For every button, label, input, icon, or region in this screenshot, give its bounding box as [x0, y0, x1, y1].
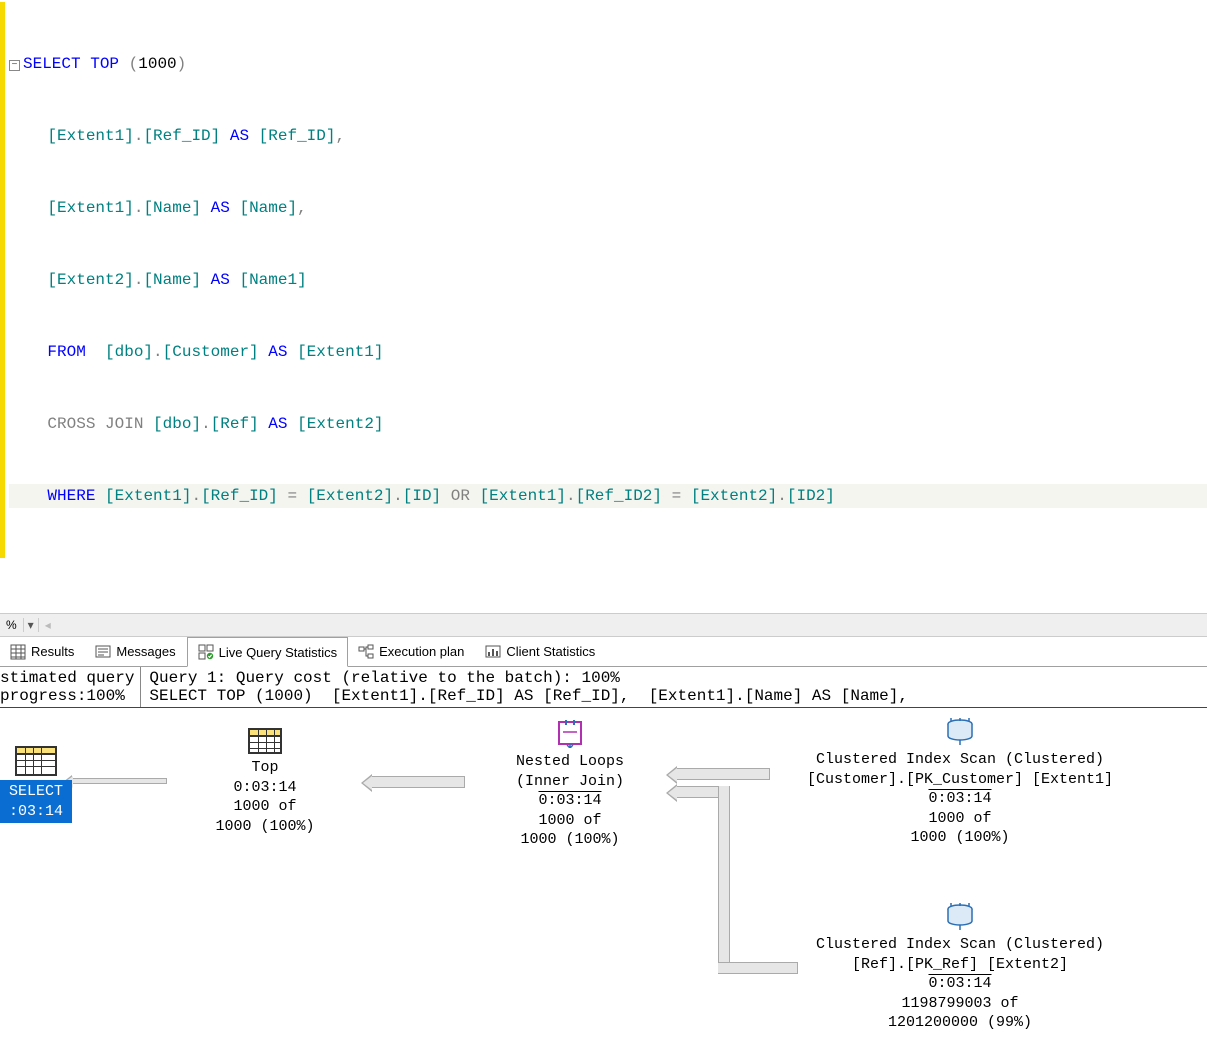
plan-scan1-rows: 1000 of — [790, 809, 1130, 829]
tab-live-query-stats[interactable]: Live Query Statistics — [187, 637, 349, 667]
plan-scan1-sub: [Customer].[PK_Customer] [Extent1] — [790, 770, 1130, 790]
tab-client-label: Client Statistics — [506, 644, 595, 659]
plan-select-label: SELECT — [4, 782, 68, 802]
plan-scan2-time: 0:03:14 — [928, 975, 991, 992]
plan-nested-sub: (Inner Join) — [475, 772, 665, 792]
tab-messages-label: Messages — [116, 644, 175, 659]
results-grid-icon — [10, 644, 26, 660]
tab-live-label: Live Query Statistics — [219, 645, 338, 660]
plan-top-label: Top — [180, 758, 350, 778]
plan-scan1-label: Clustered Index Scan (Clustered) — [790, 750, 1130, 770]
plan-top-time: 0:03:14 — [180, 778, 350, 798]
tab-messages[interactable]: Messages — [85, 637, 186, 666]
plan-nested-rows2: 1000 (100%) — [475, 830, 665, 850]
tab-results-label: Results — [31, 644, 74, 659]
tab-exec-label: Execution plan — [379, 644, 464, 659]
plan-scan2-rows: 1198799003 of — [790, 994, 1130, 1014]
messages-icon — [95, 644, 111, 660]
scroll-left-stub[interactable]: ◂ — [38, 618, 57, 632]
clustered-index-scan-icon — [790, 903, 1130, 931]
results-tabs: Results Messages Live Query Statistics E… — [0, 637, 1207, 667]
sql-editor[interactable]: −SELECT TOP (1000) [Extent1].[Ref_ID] AS… — [0, 0, 1207, 558]
query-progress-label: stimated query progress:100% — [0, 667, 141, 707]
execution-plan-icon — [358, 644, 374, 660]
plan-scan2-rows2: 1201200000 (99%) — [790, 1013, 1130, 1033]
nested-loops-icon — [475, 718, 665, 748]
tab-results[interactable]: Results — [0, 637, 85, 666]
plan-arrow — [675, 786, 720, 798]
top-operator-icon — [248, 728, 282, 754]
plan-scan2-sub: [Ref].[PK_Ref] [Extent2] — [790, 955, 1130, 975]
plan-node-scan-customer[interactable]: Clustered Index Scan (Clustered) [Custom… — [790, 718, 1130, 848]
select-result-icon — [15, 746, 57, 776]
plan-node-nested-loops[interactable]: Nested Loops (Inner Join) 0:03:14 1000 o… — [475, 718, 665, 850]
zoom-percent-label: % — [0, 618, 23, 632]
plan-node-top[interactable]: Top 0:03:14 1000 of 1000 (100%) — [180, 728, 350, 836]
plan-node-scan-ref[interactable]: Clustered Index Scan (Clustered) [Ref].[… — [790, 903, 1130, 1033]
sql-code[interactable]: −SELECT TOP (1000) [Extent1].[Ref_ID] AS… — [7, 2, 1207, 558]
zoom-dropdown[interactable]: ▾ — [23, 618, 38, 632]
collapse-toggle-icon[interactable]: − — [9, 60, 20, 71]
plan-select-time: :03:14 — [4, 802, 68, 822]
plan-connector — [718, 962, 798, 974]
plan-arrow — [370, 776, 465, 788]
plan-nested-time: 0:03:14 — [538, 792, 601, 809]
plan-scan2-label: Clustered Index Scan (Clustered) — [790, 935, 1130, 955]
plan-connector — [718, 786, 730, 964]
live-stats-icon — [198, 644, 214, 660]
plan-top-rows2: 1000 (100%) — [180, 817, 350, 837]
plan-nested-rows: 1000 of — [475, 811, 665, 831]
change-indicator-bar — [0, 2, 5, 558]
plan-scan1-time: 0:03:14 — [928, 790, 991, 807]
plan-arrow — [72, 778, 167, 784]
plan-node-select[interactable]: SELECT :03:14 — [0, 746, 72, 823]
plan-top-rows: 1000 of — [180, 797, 350, 817]
zoom-status-bar: % ▾ ◂ — [0, 613, 1207, 637]
query-summary-text: Query 1: Query cost (relative to the bat… — [141, 667, 908, 707]
client-stats-icon — [485, 644, 501, 660]
plan-arrow — [675, 768, 770, 780]
tab-execution-plan[interactable]: Execution plan — [348, 637, 475, 666]
plan-nested-label: Nested Loops — [475, 752, 665, 772]
tab-client-statistics[interactable]: Client Statistics — [475, 637, 606, 666]
clustered-index-scan-icon — [790, 718, 1130, 746]
plan-scan1-rows2: 1000 (100%) — [790, 828, 1130, 848]
execution-plan-canvas[interactable]: SELECT :03:14 Top 0:03:14 1000 of 1000 (… — [0, 708, 1207, 1048]
kw-select: SELECT — [23, 55, 81, 73]
query-summary-row: stimated query progress:100% Query 1: Qu… — [0, 667, 1207, 708]
